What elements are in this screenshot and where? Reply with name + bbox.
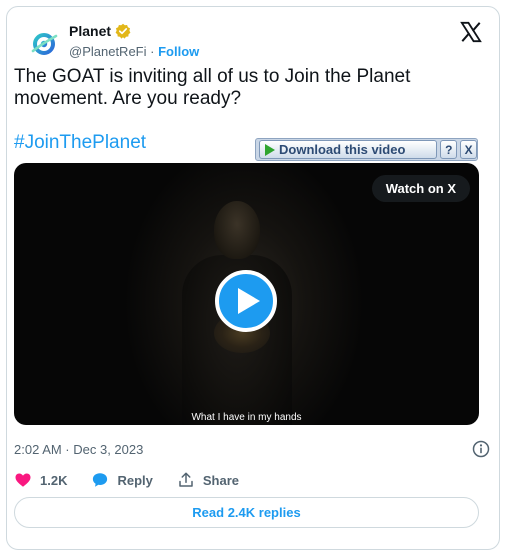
tweet-actions: 1.2K Reply Share [14, 471, 263, 489]
heart-icon [15, 473, 31, 487]
info-icon[interactable] [472, 440, 490, 458]
video-caption: What I have in my hands [191, 412, 302, 423]
hashtag-link[interactable]: #JoinThePlanet [14, 132, 146, 154]
download-video-label: Download this video [279, 142, 406, 157]
watch-on-x-button[interactable]: Watch on X [371, 175, 470, 202]
author-handle-row: @PlanetReFi · Follow [69, 44, 199, 59]
download-video-toolbar: Download this video ? X [255, 138, 478, 161]
play-button[interactable] [215, 270, 277, 332]
planet-logo-icon [31, 33, 58, 55]
author-avatar[interactable] [24, 24, 64, 64]
verified-gold-badge-icon [115, 23, 131, 39]
reply-label: Reply [117, 472, 153, 488]
like-button[interactable]: 1.2K [14, 471, 67, 489]
tweet-text: The GOAT is inviting all of us to Join t… [14, 66, 411, 109]
follow-button[interactable]: Follow [158, 44, 199, 59]
reply-button[interactable]: Reply [91, 471, 153, 489]
x-logo-icon[interactable] [460, 21, 482, 43]
like-count: 1.2K [40, 472, 68, 488]
read-replies-button[interactable]: Read 2.4K replies [14, 497, 479, 528]
author-handle[interactable]: @PlanetReFi [69, 44, 147, 59]
download-video-button[interactable]: Download this video [259, 140, 438, 159]
speech-bubble-icon [93, 473, 108, 487]
handle-separator: · [150, 44, 155, 59]
tweet-timestamp[interactable]: 2:02 AM · Dec 3, 2023 [14, 442, 143, 457]
download-help-button[interactable]: ? [440, 140, 458, 159]
author-name-row: Planet [69, 23, 131, 39]
author-name[interactable]: Planet [69, 23, 111, 39]
play-icon [265, 143, 275, 156]
video-figure-head [214, 201, 260, 259]
share-label: Share [202, 472, 240, 488]
share-button[interactable]: Share [177, 471, 239, 489]
share-arrow-icon [179, 472, 193, 487]
download-close-button[interactable]: X [460, 140, 477, 159]
play-icon [237, 288, 260, 314]
video-player[interactable]: Watch on X What I have in my hands [14, 163, 479, 425]
